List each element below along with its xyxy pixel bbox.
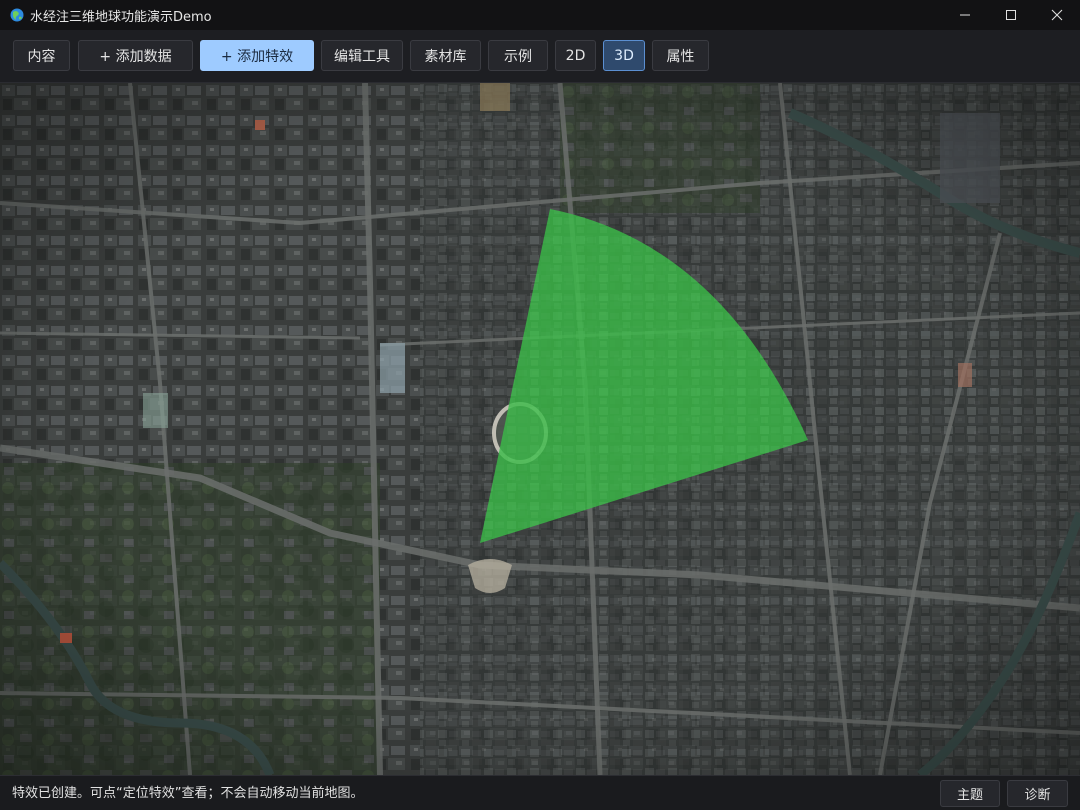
diagnose-button[interactable]: 诊断 — [1007, 780, 1068, 807]
status-bar: 特效已创建。可点“定位特效”查看；不会自动移动当前地图。 主题 诊断 — [0, 775, 1080, 810]
window-controls — [942, 0, 1080, 30]
theme-button[interactable]: 主题 — [940, 780, 1000, 807]
content-button[interactable]: 内容 — [13, 40, 70, 71]
add-effect-button[interactable]: + 添加特效 — [200, 40, 314, 71]
close-icon — [1051, 9, 1063, 21]
main-toolbar: 内容 + 添加数据 + 添加特效 编辑工具 素材库 示例 2D 3D 属性 — [0, 30, 1080, 83]
maximize-button[interactable] — [988, 0, 1034, 30]
close-button[interactable] — [1034, 0, 1080, 30]
status-message: 特效已创建。可点“定位特效”查看；不会自动移动当前地图。 — [12, 786, 364, 801]
app-window: 水经注三维地球功能演示Demo 内容 + 添加数据 + 添加特效 编辑工具 素材… — [0, 0, 1080, 810]
map-viewport[interactable] — [0, 83, 1080, 775]
globe-icon — [10, 8, 24, 22]
edit-tools-button[interactable]: 编辑工具 — [321, 40, 403, 71]
asset-library-button[interactable]: 素材库 — [410, 40, 481, 71]
minimize-button[interactable] — [942, 0, 988, 30]
mode-3d-button[interactable]: 3D — [603, 40, 645, 71]
title-bar[interactable]: 水经注三维地球功能演示Demo — [0, 0, 1080, 30]
examples-button[interactable]: 示例 — [488, 40, 548, 71]
window-title: 水经注三维地球功能演示Demo — [30, 9, 212, 25]
properties-button[interactable]: 属性 — [652, 40, 709, 71]
satellite-imagery — [0, 83, 1080, 775]
add-data-button[interactable]: + 添加数据 — [78, 40, 193, 71]
minimize-icon — [960, 14, 970, 16]
maximize-icon — [1006, 10, 1016, 20]
mode-2d-button[interactable]: 2D — [555, 40, 596, 71]
